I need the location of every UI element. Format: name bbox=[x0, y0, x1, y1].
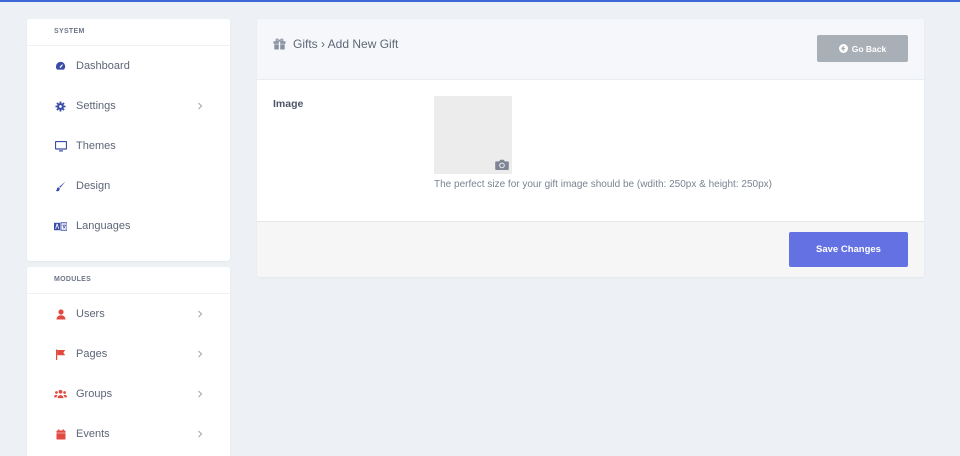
sidebar-item-label: Dashboard bbox=[76, 60, 130, 72]
sidebar-item-themes[interactable]: Themes bbox=[27, 126, 230, 166]
sidebar-item-label: Users bbox=[76, 308, 105, 320]
arrow-circle-left-icon bbox=[838, 44, 848, 53]
image-field-label: Image bbox=[273, 98, 304, 110]
calendar-icon bbox=[54, 428, 67, 441]
sidebar: SYSTEM Dashboard Settings Themes Design … bbox=[27, 19, 230, 456]
sidebar-item-label: Pages bbox=[76, 348, 108, 360]
sidebar-item-events[interactable]: Events bbox=[27, 414, 230, 454]
sidebar-item-design[interactable]: Design bbox=[27, 166, 230, 206]
user-icon bbox=[54, 308, 67, 321]
flag-icon bbox=[54, 348, 67, 361]
sidebar-item-users[interactable]: Users bbox=[27, 294, 230, 334]
sidebar-section-title-modules: MODULES bbox=[27, 267, 230, 294]
gift-icon bbox=[273, 38, 286, 50]
image-upload-box[interactable] bbox=[434, 96, 512, 174]
sidebar-item-label: Languages bbox=[76, 220, 131, 232]
chevron-right-icon bbox=[196, 350, 204, 358]
top-accent-bar bbox=[0, 0, 960, 2]
page-title: Gifts › Add New Gift bbox=[293, 37, 399, 51]
sidebar-item-languages[interactable]: Languages bbox=[27, 206, 230, 246]
chevron-right-icon bbox=[196, 102, 204, 110]
gauge-icon bbox=[54, 60, 67, 73]
go-back-label: Go Back bbox=[851, 43, 887, 54]
add-gift-card: Gifts › Add New Gift Go Back Image The p… bbox=[257, 19, 924, 277]
language-icon bbox=[54, 220, 67, 233]
paintbrush-icon bbox=[54, 180, 67, 193]
chevron-right-icon bbox=[196, 310, 204, 318]
monitor-icon bbox=[54, 140, 67, 153]
sidebar-system-panel: SYSTEM Dashboard Settings Themes Design … bbox=[27, 19, 230, 261]
sidebar-modules-panel: MODULES Users Pages Groups Events bbox=[27, 267, 230, 456]
chevron-right-icon bbox=[196, 390, 204, 398]
sidebar-item-label: Design bbox=[76, 180, 111, 192]
image-size-hint: The perfect size for your gift image sho… bbox=[434, 179, 772, 190]
card-footer: Save Changes bbox=[257, 221, 924, 277]
camera-icon[interactable] bbox=[495, 157, 509, 170]
sidebar-item-pages[interactable]: Pages bbox=[27, 334, 230, 374]
sidebar-section-title-system: SYSTEM bbox=[27, 19, 230, 46]
breadcrumb: Gifts › Add New Gift bbox=[273, 37, 398, 51]
card-header: Gifts › Add New Gift Go Back bbox=[257, 19, 924, 80]
save-changes-button[interactable]: Save Changes bbox=[789, 232, 908, 267]
sidebar-item-label: Groups bbox=[76, 388, 113, 400]
sidebar-item-dashboard[interactable]: Dashboard bbox=[27, 46, 230, 86]
sidebar-item-label: Events bbox=[76, 428, 110, 440]
gear-icon bbox=[54, 100, 67, 113]
go-back-button[interactable]: Go Back bbox=[817, 35, 908, 62]
users-icon bbox=[54, 388, 67, 401]
sidebar-item-groups[interactable]: Groups bbox=[27, 374, 230, 414]
card-body: Image The perfect size for your gift ima… bbox=[257, 80, 924, 221]
sidebar-item-label: Settings bbox=[76, 100, 116, 112]
chevron-right-icon bbox=[196, 430, 204, 438]
sidebar-item-settings[interactable]: Settings bbox=[27, 86, 230, 126]
sidebar-item-label: Themes bbox=[76, 140, 116, 152]
